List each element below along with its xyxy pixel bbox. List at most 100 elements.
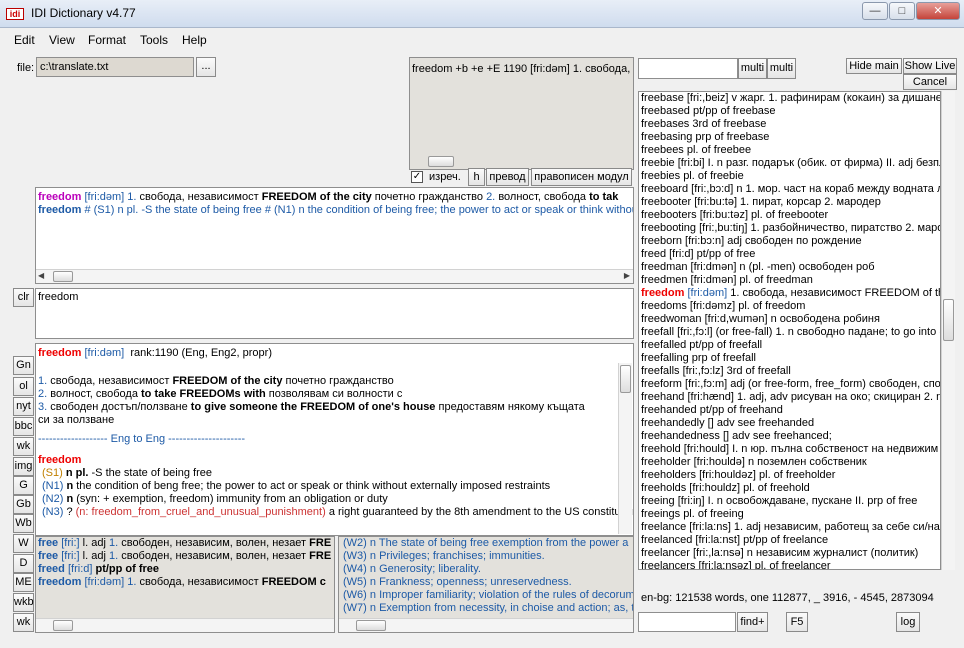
source-button-6[interactable]: G xyxy=(13,476,34,495)
webster-tag: (W7) xyxy=(343,602,367,614)
multi-button-1[interactable]: multi xyxy=(738,58,767,79)
source-button-10[interactable]: D xyxy=(13,554,34,573)
summary-scroll-thumb[interactable] xyxy=(53,271,73,282)
sentence-checkbox[interactable]: ✓ xyxy=(411,171,423,183)
word-list-item[interactable]: freehandedness [] adv see freehanced; xyxy=(641,430,938,443)
word-list-item[interactable]: freebees pl. of freebee xyxy=(641,144,938,157)
word-input[interactable]: freedom xyxy=(35,288,634,339)
source-button-12[interactable]: wkb xyxy=(13,593,34,612)
preview-scroll-thumb[interactable] xyxy=(428,156,454,167)
menu-tools[interactable]: Tools xyxy=(140,33,168,47)
scroll-right-icon[interactable]: ▶ xyxy=(624,270,630,282)
f5-button[interactable]: F5 xyxy=(786,612,808,632)
source-button-13[interactable]: wk xyxy=(13,613,34,632)
word-list-item[interactable]: freebooters [fri:bu:təz] pl. of freeboot… xyxy=(641,209,938,222)
cancel-button[interactable]: Cancel xyxy=(903,74,957,90)
word-list-item[interactable]: freeholder [fri:houldə] n поземлен собст… xyxy=(641,456,938,469)
find-button[interactable]: find+ xyxy=(737,612,768,632)
find-input[interactable] xyxy=(638,612,736,632)
search-input[interactable] xyxy=(638,58,738,79)
word-list-item[interactable]: freehanded pt/pp of freehand xyxy=(641,404,938,417)
multi-button-2[interactable]: multi xyxy=(767,58,796,79)
source-button-1[interactable]: ol xyxy=(13,377,34,396)
webster-scroll-thumb[interactable] xyxy=(356,620,386,631)
related-scroll-thumb[interactable] xyxy=(53,620,73,631)
main-vscroll[interactable] xyxy=(618,363,632,534)
word-list-item[interactable]: freebases 3rd of freebase xyxy=(641,118,938,131)
maximize-icon[interactable]: □ xyxy=(889,2,915,20)
word-list-item[interactable]: freefalls [fri:,fɔ:lz] 3rd of freefall xyxy=(641,365,938,378)
word-list-item[interactable]: freebies pl. of freebie xyxy=(641,170,938,183)
word-list-item[interactable]: freeborn [fri:bɔ:n] adj свободен по рожд… xyxy=(641,235,938,248)
word-list-item[interactable]: freed [fri:d] pt/pp of free xyxy=(641,248,938,261)
source-button-11[interactable]: ME xyxy=(13,573,34,592)
log-button[interactable]: log xyxy=(896,612,920,632)
word-list-item[interactable]: freedoms [fri:dəmz] pl. of freedom xyxy=(641,300,938,313)
translate-button[interactable]: превод xyxy=(486,168,529,186)
browse-button[interactable]: ... xyxy=(196,57,216,77)
word-list-item[interactable]: freefall [fri:,fɔ:l] (or free-fall) 1. n… xyxy=(641,326,940,339)
webster-hscroll[interactable] xyxy=(339,618,633,632)
word-list-item[interactable]: freebasing prp of freebase xyxy=(641,131,938,144)
word-list-item[interactable]: freebase [fri:,beiz] v жарг. 1. рафинира… xyxy=(641,92,940,105)
word-list-vscroll[interactable] xyxy=(941,91,955,570)
word-list-item[interactable]: freelance [fri:la:ns] 1. adj независим, … xyxy=(641,521,940,534)
word-list-item[interactable]: freelanced [fri:la:nst] pt/pp of freelan… xyxy=(641,534,938,547)
source-button-3[interactable]: bbc xyxy=(13,417,34,436)
eng-sense-4: (N3) ? (n: freedom_from_cruel_and_unusua… xyxy=(36,506,633,519)
hide-main-button[interactable]: Hide main xyxy=(846,58,902,74)
word-list-headword: freedom xyxy=(641,287,685,299)
menu-help[interactable]: Help xyxy=(182,33,207,47)
source-button-7[interactable]: Gb xyxy=(13,495,34,514)
webster-text: n The state of being free exemption from… xyxy=(369,537,629,549)
word-list-item[interactable]: freebased pt/pp of freebase xyxy=(641,105,938,118)
word-list-item[interactable]: freedman [fri:dmən] n (pl. -men) освобод… xyxy=(641,261,938,274)
word-list-scroll-thumb[interactable] xyxy=(943,299,954,341)
related-row[interactable]: freed [fri:d] pt/pp of free xyxy=(36,563,334,576)
related-row[interactable]: freedom [fri:dəm] 1. свобода, независимо… xyxy=(36,576,334,589)
word-list-item[interactable]: freelancer [fri:,la:nsə] n независим жур… xyxy=(641,547,938,560)
word-list-item[interactable]: freeing [fri:iŋ] I. n освобождаване, пус… xyxy=(641,495,938,508)
related-row[interactable]: free [fri:] l. adj 1. свободен, независи… xyxy=(36,550,334,563)
scroll-left-icon[interactable]: ◀ xyxy=(38,270,44,282)
main-scroll-thumb[interactable] xyxy=(620,365,631,393)
word-list-item[interactable]: freefalled pt/pp of freefall xyxy=(641,339,938,352)
source-button-2[interactable]: nyt xyxy=(13,397,34,416)
word-list-item[interactable]: freeholders [fri:houldəz] pl. of freehol… xyxy=(641,469,938,482)
word-list-item[interactable]: freeform [fri:,fɔ:m] adj (or free-form, … xyxy=(641,378,940,391)
word-list-item[interactable]: freeboard [fri:,bɔ:d] n 1. мор. част на … xyxy=(641,183,940,196)
word-list-item[interactable]: freebooter [fri:bu:tə] 1. пират, корсар … xyxy=(641,196,938,209)
menu-edit[interactable]: Edit xyxy=(14,33,35,47)
word-list-item[interactable]: freehand [fri:hænd] 1. adj, adv рисуван … xyxy=(641,391,940,404)
source-button-5[interactable]: img xyxy=(13,457,34,476)
word-list-item[interactable]: freedom [fri:dəm] 1. свобода, независимо… xyxy=(641,287,940,300)
word-list-item[interactable]: freelancers [fri:la:nsəz] pl. of freelan… xyxy=(641,560,938,569)
file-path-field[interactable]: c:\translate.txt xyxy=(36,57,194,77)
word-list-item[interactable]: freefalling prp of freefall xyxy=(641,352,938,365)
word-list-item[interactable]: freebie [fri:bi] I. n разг. подарък (оби… xyxy=(641,157,940,170)
word-list-item[interactable]: freedwoman [fri:d,wumən] n освободена ро… xyxy=(641,313,938,326)
related-row[interactable]: free [fri:] l. adj 1. свободен, независи… xyxy=(36,537,334,550)
summary-hscroll[interactable]: ◀ ▶ xyxy=(36,269,633,283)
preview-hscroll[interactable] xyxy=(410,155,633,169)
spellcheck-button[interactable]: правописен модул xyxy=(531,168,632,186)
word-list-item[interactable]: freedmen [fri:dmən] pl. of freedman xyxy=(641,274,938,287)
minimize-icon[interactable]: — xyxy=(862,2,888,20)
source-button-9[interactable]: W xyxy=(13,534,34,553)
close-icon[interactable]: ✕ xyxy=(916,2,960,20)
source-button-4[interactable]: wk xyxy=(13,437,34,456)
source-button-8[interactable]: Wb xyxy=(13,514,34,533)
source-button-0[interactable]: Gn xyxy=(13,356,34,375)
word-list-item[interactable]: freehold [fri:hould] I. n юр. пълна собс… xyxy=(641,443,938,456)
clear-button[interactable]: clr xyxy=(13,288,34,307)
word-list-item[interactable]: freehandedly [] adv see freehanded xyxy=(641,417,938,430)
sense-num: 1. xyxy=(38,375,48,387)
h-button[interactable]: h xyxy=(468,168,485,186)
word-list-item[interactable]: freeings pl. of freeing xyxy=(641,508,938,521)
related-hscroll[interactable] xyxy=(36,618,334,632)
word-list-item[interactable]: freeholds [fri:houldz] pl. of freehold xyxy=(641,482,938,495)
show-live-button[interactable]: Show Live xyxy=(903,58,957,74)
menu-view[interactable]: View xyxy=(49,33,75,47)
word-list-item[interactable]: freebooting [fri:,bu:tiŋ] 1. разбойничес… xyxy=(641,222,940,235)
menu-format[interactable]: Format xyxy=(88,33,126,47)
